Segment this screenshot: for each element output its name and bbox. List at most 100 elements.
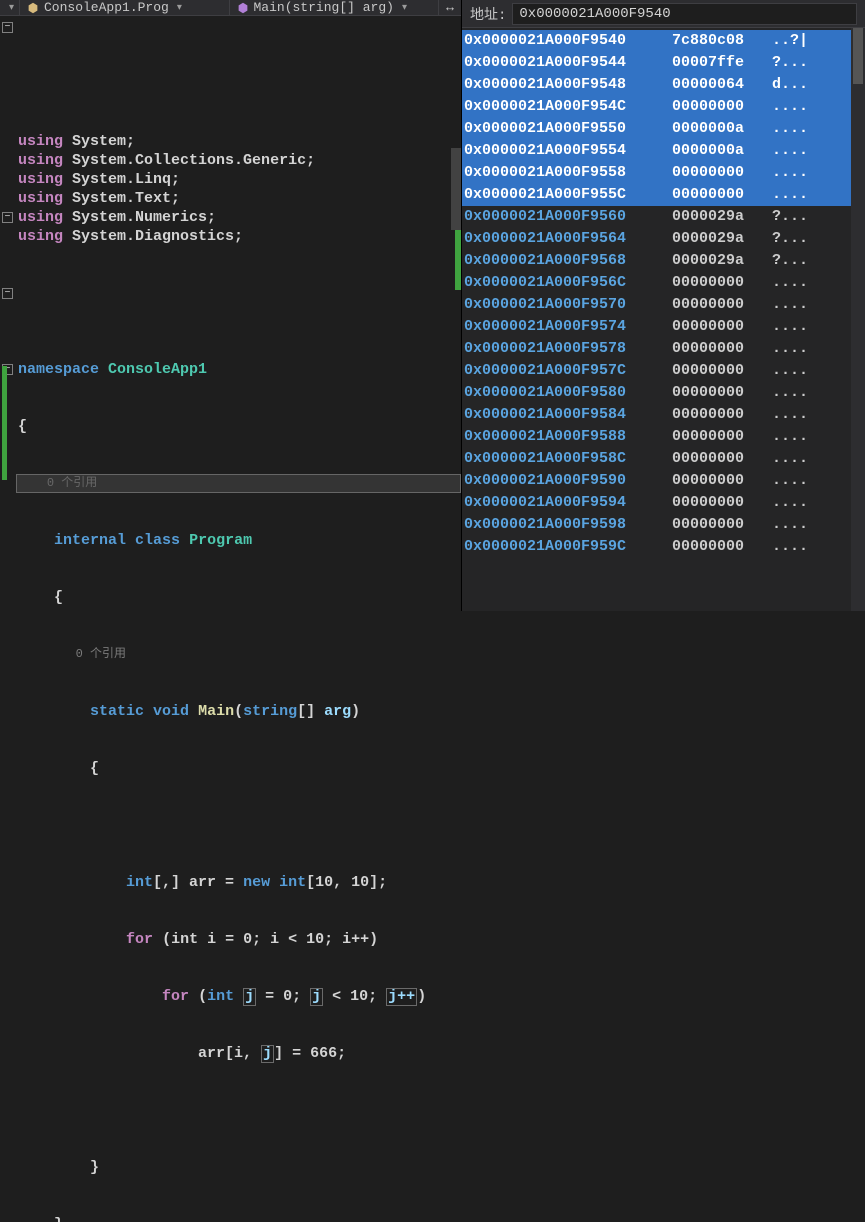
nav-method-dropdown[interactable]: Main(string[] arg) ▾: [230, 0, 440, 15]
memory-row[interactable]: 0x0000021A000F959C00000000....: [462, 536, 865, 558]
nav-scope-left-button[interactable]: ▾: [0, 0, 20, 15]
code-editor-panel: ▾ ConsoleApp1.Prog ▾ Main(string[] arg) …: [0, 0, 462, 611]
split-view-button[interactable]: ↔: [439, 0, 461, 15]
memory-hex: 0000029a: [672, 206, 764, 228]
memory-hex: 00000000: [672, 470, 764, 492]
memory-address: 0x0000021A000F9548: [462, 74, 672, 96]
code-line: internal class Program: [18, 531, 459, 550]
memory-panel: 地址: 0x0000021A000F95407c880c08..?|0x0000…: [462, 0, 865, 611]
memory-ascii: ?...: [764, 228, 861, 250]
memory-ascii: ..?|: [764, 30, 861, 52]
nav-class-label: ConsoleApp1.Prog: [44, 0, 169, 15]
code-line: }: [18, 1215, 459, 1222]
memory-hex: 0000000a: [672, 118, 764, 140]
memory-row[interactable]: 0x0000021A000F95500000000a....: [462, 118, 865, 140]
memory-row[interactable]: 0x0000021A000F958C00000000....: [462, 448, 865, 470]
memory-row[interactable]: 0x0000021A000F954C00000000....: [462, 96, 865, 118]
memory-hex: 00000000: [672, 536, 764, 558]
nav-class-dropdown[interactable]: ConsoleApp1.Prog ▾: [20, 0, 230, 15]
memory-ascii: ....: [764, 184, 861, 206]
memory-hex: 00000000: [672, 514, 764, 536]
memory-row[interactable]: 0x0000021A000F955C00000000....: [462, 184, 865, 206]
memory-address: 0x0000021A000F9564: [462, 228, 672, 250]
memory-address: 0x0000021A000F9558: [462, 162, 672, 184]
memory-list[interactable]: 0x0000021A000F95407c880c08..?|0x0000021A…: [462, 28, 865, 611]
chevron-down-icon: ▾: [5, 2, 14, 14]
memory-ascii: ....: [764, 382, 861, 404]
memory-ascii: ....: [764, 338, 861, 360]
memory-ascii: d...: [764, 74, 861, 96]
memory-hex: 0000000a: [672, 140, 764, 162]
memory-scrollbar[interactable]: [851, 28, 865, 611]
memory-row[interactable]: 0x0000021A000F959400000000....: [462, 492, 865, 514]
fold-toggle[interactable]: −: [2, 288, 13, 299]
memory-ascii: ?...: [764, 206, 861, 228]
code-area[interactable]: using System;using System.Collections.Ge…: [16, 18, 461, 1222]
address-input[interactable]: [512, 3, 857, 25]
code-line: using System;: [18, 132, 459, 151]
memory-hex: 00000000: [672, 96, 764, 118]
vertical-scrollbar[interactable]: [451, 148, 461, 230]
memory-address: 0x0000021A000F9598: [462, 514, 672, 536]
memory-ascii: ....: [764, 426, 861, 448]
memory-row[interactable]: 0x0000021A000F957000000000....: [462, 294, 865, 316]
memory-row[interactable]: 0x0000021A000F958800000000....: [462, 426, 865, 448]
code-line: using System.Collections.Generic;: [18, 151, 459, 170]
fold-toggle[interactable]: −: [2, 212, 13, 223]
memory-row[interactable]: 0x0000021A000F954400007ffe?...: [462, 52, 865, 74]
code-line: using System.Linq;: [18, 170, 459, 189]
memory-row[interactable]: 0x0000021A000F958400000000....: [462, 404, 865, 426]
codelens[interactable]: 0 个引用: [18, 645, 459, 664]
memory-ascii: ....: [764, 118, 861, 140]
memory-ascii: ....: [764, 272, 861, 294]
blank-line: [18, 816, 459, 835]
memory-row[interactable]: 0x0000021A000F954800000064d...: [462, 74, 865, 96]
memory-row[interactable]: 0x0000021A000F958000000000....: [462, 382, 865, 404]
chevron-down-icon: ▾: [173, 2, 182, 14]
memory-hex: 00000000: [672, 404, 764, 426]
class-icon: [26, 1, 40, 15]
memory-row[interactable]: 0x0000021A000F956C00000000....: [462, 272, 865, 294]
memory-address: 0x0000021A000F957C: [462, 360, 672, 382]
memory-address: 0x0000021A000F9580: [462, 382, 672, 404]
memory-address-bar: 地址:: [462, 0, 865, 28]
memory-address: 0x0000021A000F9554: [462, 140, 672, 162]
code-line: using System.Numerics;: [18, 208, 459, 227]
memory-hex: 00007ffe: [672, 52, 764, 74]
memory-hex: 7c880c08: [672, 30, 764, 52]
memory-row[interactable]: 0x0000021A000F959000000000....: [462, 470, 865, 492]
memory-row[interactable]: 0x0000021A000F95680000029a?...: [462, 250, 865, 272]
memory-ascii: ....: [764, 360, 861, 382]
memory-row[interactable]: 0x0000021A000F959800000000....: [462, 514, 865, 536]
memory-ascii: ....: [764, 404, 861, 426]
memory-row[interactable]: 0x0000021A000F95640000029a?...: [462, 228, 865, 250]
memory-address: 0x0000021A000F956C: [462, 272, 672, 294]
fold-toggle[interactable]: −: [2, 22, 13, 33]
code-line: arr[i, j] = 666;: [18, 1044, 459, 1063]
code-editor[interactable]: − − − − using System;using System.Collec…: [0, 16, 461, 1222]
scrollbar-thumb[interactable]: [853, 28, 863, 84]
memory-address: 0x0000021A000F9588: [462, 426, 672, 448]
memory-address: 0x0000021A000F958C: [462, 448, 672, 470]
nav-method-label: Main(string[] arg): [254, 0, 394, 15]
memory-hex: 00000000: [672, 162, 764, 184]
memory-row[interactable]: 0x0000021A000F957C00000000....: [462, 360, 865, 382]
memory-row[interactable]: 0x0000021A000F955800000000....: [462, 162, 865, 184]
memory-ascii: ....: [764, 492, 861, 514]
memory-address: 0x0000021A000F9568: [462, 250, 672, 272]
memory-row[interactable]: 0x0000021A000F957800000000....: [462, 338, 865, 360]
memory-row[interactable]: 0x0000021A000F957400000000....: [462, 316, 865, 338]
memory-ascii: ....: [764, 140, 861, 162]
memory-address: 0x0000021A000F9570: [462, 294, 672, 316]
memory-hex: 0000029a: [672, 250, 764, 272]
memory-address: 0x0000021A000F9550: [462, 118, 672, 140]
code-line: static void Main(string[] arg): [18, 702, 459, 721]
memory-ascii: ....: [764, 96, 861, 118]
address-label: 地址:: [470, 4, 506, 24]
memory-row[interactable]: 0x0000021A000F95540000000a....: [462, 140, 865, 162]
memory-ascii: ....: [764, 294, 861, 316]
code-nav-bar: ▾ ConsoleApp1.Prog ▾ Main(string[] arg) …: [0, 0, 461, 16]
memory-row[interactable]: 0x0000021A000F95600000029a?...: [462, 206, 865, 228]
memory-row[interactable]: 0x0000021A000F95407c880c08..?|: [462, 30, 865, 52]
memory-hex: 00000000: [672, 382, 764, 404]
